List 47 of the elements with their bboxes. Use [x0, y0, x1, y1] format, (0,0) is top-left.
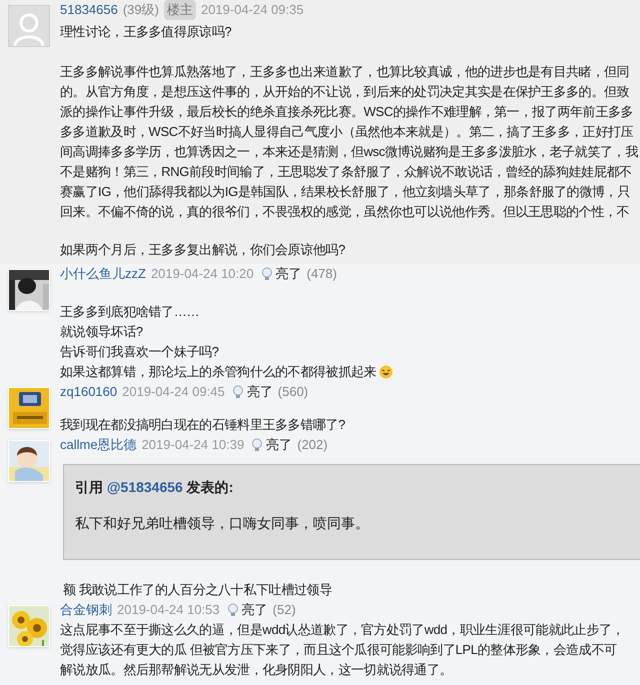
text-line: 我到现在都没搞明白现在的石锤料里王多多错哪了?	[60, 416, 346, 434]
op-badge: 楼主	[164, 0, 196, 20]
username-link[interactable]: callme恩比德	[60, 435, 137, 455]
text-line: 赛赢了IG，他们舔得我都以为IG是韩国队，结果校长舒服了，他立刻墙头草了，那条舒服了的微博，只	[60, 183, 630, 201]
lightbulb-icon	[226, 603, 239, 617]
like-count: (202)	[297, 436, 328, 454]
post-title: 理性讨论，王多多值得原谅吗?	[60, 23, 232, 41]
text-line: 间高调捧多多学历，也算诱因之一，本来还是猜测，但wsc微博说赌狗是王多多泼脏水，老子就笑了，我	[60, 143, 638, 161]
lightbulb-icon	[232, 385, 244, 399]
text-line: 解说放瓜。然后那帮解说无从发泄，化身阴阳人，这一切就说得通了。	[60, 661, 452, 679]
like-button[interactable]: 亮了	[226, 600, 268, 620]
username-link[interactable]: 51834656	[60, 0, 118, 20]
text-line: 如果这都算错，那论坛上的杀管狗什么的不都得被抓起来	[60, 363, 376, 381]
default-avatar-icon	[8, 5, 50, 47]
text-line: 派的操作让事件升级，最后校长的绝杀直接杀死比赛。WSC的操作不难理解，第一，报了两年前王多多	[60, 103, 634, 121]
quote-text: 私下和好兄弟吐槽领导，口嗨女同事，喷同事。	[75, 514, 370, 533]
post-time: 2019-04-24 09:35	[200, 1, 304, 20]
like-count: (478)	[306, 265, 337, 284]
text-line: 王多多到底犯啥错了……	[60, 303, 200, 321]
post-time: 2019-04-24 10:53	[117, 601, 220, 620]
username-link[interactable]: zq160160	[60, 382, 118, 402]
username-link[interactable]: 小什么鱼儿zzZ	[60, 264, 146, 284]
like-button[interactable]: 亮了	[260, 264, 302, 284]
text-line: 的。从官方角度，是想压这件事的，从开始的不让说，到后来的处罚决定其实是在保护王多多的。但致	[60, 83, 630, 101]
lightbulb-icon	[260, 267, 273, 281]
like-count: (560)	[278, 383, 308, 402]
username-link[interactable]: 合金钢刺	[60, 600, 112, 620]
quote-heading: 引用 @51834656 发表的:	[75, 478, 234, 497]
like-count: (52)	[272, 601, 296, 620]
like-button[interactable]: 亮了	[232, 382, 273, 402]
post-time: 2019-04-24 10:20	[150, 265, 254, 284]
user-rank: (39级)	[122, 1, 159, 20]
text-line: 这点屁事不至于撕这么久的逼，但是wdd认怂道歉了，官方处罚了wdd，职业生涯很可能就此止步了，	[60, 621, 624, 639]
like-button[interactable]: 亮了	[251, 435, 292, 455]
text-line: 觉得应该还有更大的瓜 但被官方压下来了，而且这个瓜很可能影响到了LPL的整体形象，会造成不可	[60, 641, 617, 659]
post-time: 2019-04-24 09:45	[122, 383, 225, 402]
text-line: 额 我敢说工作了的人百分之八十私下吐槽过领导	[63, 581, 332, 599]
text-line: 回来。不偏不倚的说，真的很爷们，不畏强权的感觉，虽然你也可以说他作秀。但以王思聪的个性，不	[60, 203, 630, 221]
text-line: 告诉哥们我喜欢一个妹子吗?	[60, 343, 219, 361]
text-line: 不是赌狗！第三，RNG前段时间输了，王思聪发了条舒服了，众解说不敢说话，曾经的舔狗娃娃屁都不	[60, 163, 632, 181]
user-link[interactable]: @51834656	[106, 479, 183, 495]
text-line: 如果两个月后，王多多复出解说，你们会原谅他吗?	[60, 241, 346, 259]
text-line: 多多道歉及时，WSC不好当时搞人显得自己气度小（虽然他本来就是）。第二，搞了王多多，正好打压	[60, 123, 634, 141]
text-line: 王多多解说事件也算瓜熟落地了，王多多也出来道歉了，也算比较真诚，他的进步也是有目共睹，但同	[60, 63, 630, 81]
lightbulb-icon	[251, 438, 264, 452]
post-time: 2019-04-24 10:39	[142, 436, 244, 454]
text-line: 就说领导坏话?	[60, 323, 143, 341]
